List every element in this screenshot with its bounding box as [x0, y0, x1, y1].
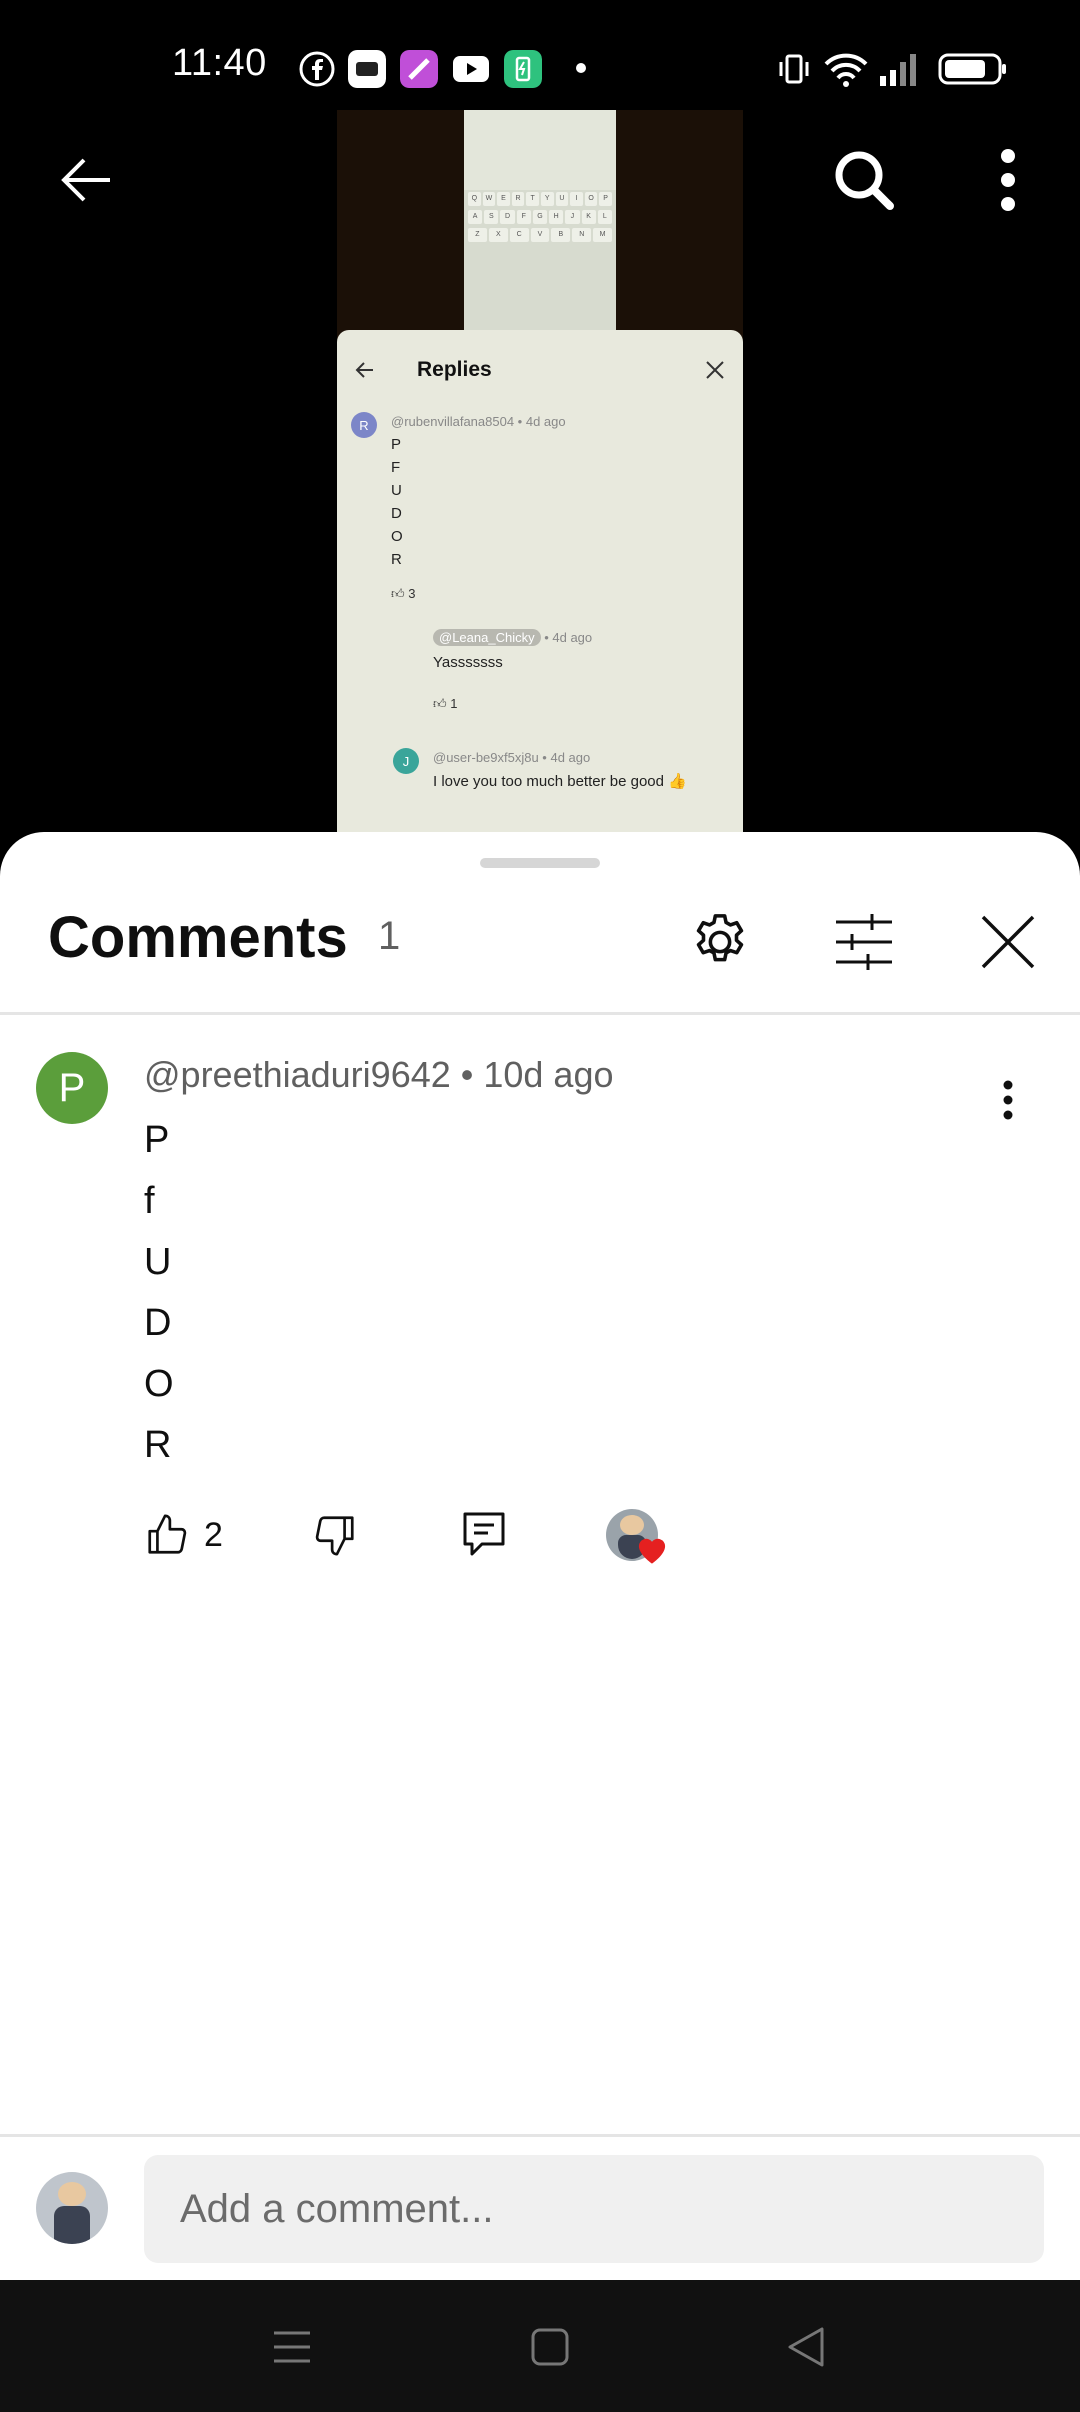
- facebook-icon: [299, 51, 335, 87]
- wifi-icon: [824, 53, 868, 87]
- close-icon: [981, 915, 1035, 969]
- reply-icon: [463, 1512, 505, 1556]
- reply2-handle-chip: @Leana_Chicky: [433, 629, 541, 646]
- nav-back-button[interactable]: [746, 2302, 866, 2392]
- reply1-letter: R: [391, 551, 402, 568]
- recents-button[interactable]: [232, 2302, 352, 2392]
- reply2-text: Yasssssss: [433, 654, 503, 671]
- reply1-meta: @rubenvillafana8504 • 4d ago: [391, 414, 566, 429]
- top-bar: [0, 120, 1080, 240]
- thumb-down-icon: [315, 1516, 354, 1556]
- like-count: 2: [204, 1515, 223, 1554]
- comment-meta[interactable]: @preethiaduri9642 • 10d ago: [144, 1054, 614, 1096]
- menu-icon: [274, 2331, 310, 2363]
- close-button[interactable]: [968, 902, 1048, 982]
- vibrate-icon: [779, 54, 809, 84]
- battery-saver-icon: [504, 50, 542, 88]
- drag-handle[interactable]: [480, 858, 600, 868]
- back-arrow-icon: [61, 158, 110, 202]
- settings-button[interactable]: [680, 902, 760, 982]
- replies-title: Replies: [417, 358, 492, 381]
- status-time: 11:40: [172, 42, 267, 84]
- comment-letter: f: [144, 1180, 155, 1222]
- comment-letter: P: [144, 1119, 170, 1161]
- header-divider: [0, 1012, 1080, 1015]
- video-replies-panel: Replies R @rubenvillafana8504 • 4d ago P…: [337, 330, 743, 832]
- reply3-meta: @user-be9xf5xj8u • 4d ago: [433, 750, 591, 765]
- comment-actions: 2: [0, 1500, 1080, 1580]
- creator-heart: [606, 1500, 666, 1570]
- app-icon-1: [348, 50, 386, 88]
- system-nav-bar: [0, 2280, 1080, 2412]
- comments-title: Comments: [48, 905, 348, 970]
- back-triangle-icon: [788, 2327, 824, 2367]
- comment-letter: O: [144, 1363, 174, 1405]
- search-button[interactable]: [804, 120, 924, 240]
- filter-button[interactable]: [824, 902, 904, 982]
- home-button[interactable]: [490, 2302, 610, 2392]
- comment-letter: U: [144, 1241, 172, 1283]
- reply2-time: • 4d ago: [544, 630, 593, 645]
- reply1-letter: F: [391, 459, 401, 476]
- notification-dot-icon: [576, 63, 586, 73]
- app-icon-2: [400, 50, 438, 88]
- more-vert-icon: [1003, 1080, 1013, 1120]
- more-options-button[interactable]: [948, 120, 1068, 240]
- home-square-icon: [531, 2328, 569, 2366]
- comments-count: 1: [378, 914, 401, 958]
- reply2-like-count: 1: [450, 696, 458, 711]
- battery-icon: [938, 53, 1006, 85]
- reply3-text: I love you too much better be good 👍: [433, 773, 687, 790]
- commenter-avatar[interactable]: P: [36, 1052, 108, 1124]
- replies-back-icon: [355, 362, 373, 378]
- reply1-letter: P: [391, 436, 402, 453]
- reply1-avatar: R: [351, 412, 377, 438]
- reply3-avatar: J: [393, 748, 419, 774]
- back-button[interactable]: [26, 120, 146, 240]
- replies-close-icon: [706, 361, 724, 379]
- dislike-button[interactable]: [312, 1500, 358, 1570]
- gear-icon: [696, 914, 744, 962]
- reply-button[interactable]: [462, 1500, 506, 1570]
- heart-icon: [638, 1538, 666, 1564]
- composer-divider: [0, 2134, 1080, 2137]
- comment-letter: D: [144, 1302, 172, 1344]
- reply2-likes: 👍︎ 1: [433, 696, 458, 711]
- filter-icon: [836, 914, 892, 970]
- more-vert-icon: [1001, 149, 1015, 211]
- comment-body: P f U D O R: [144, 1110, 174, 1476]
- comments-sheet: Comments 1 P @preethiaduri9642 • 10d ago…: [0, 832, 1080, 2280]
- comment-more-button[interactable]: [968, 1060, 1048, 1140]
- my-avatar[interactable]: [36, 2172, 108, 2244]
- reply1-letter: O: [391, 528, 403, 545]
- reply1-likes: 👍︎ 3: [391, 586, 416, 601]
- reply1-like-count: 3: [408, 586, 416, 601]
- add-comment-input[interactable]: [144, 2155, 1044, 2263]
- creator-avatar: [606, 1509, 666, 1564]
- reply2-meta: @Leana_Chicky • 4d ago: [433, 629, 593, 646]
- youtube-icon: [453, 56, 489, 82]
- reply1-letter: U: [391, 482, 402, 499]
- thumb-up-icon: [148, 1514, 187, 1554]
- comment-letter: R: [144, 1424, 172, 1466]
- like-button[interactable]: 2: [144, 1500, 223, 1570]
- signal-icon: [880, 54, 916, 86]
- search-icon: [835, 151, 894, 210]
- reply1-letter: D: [391, 505, 402, 522]
